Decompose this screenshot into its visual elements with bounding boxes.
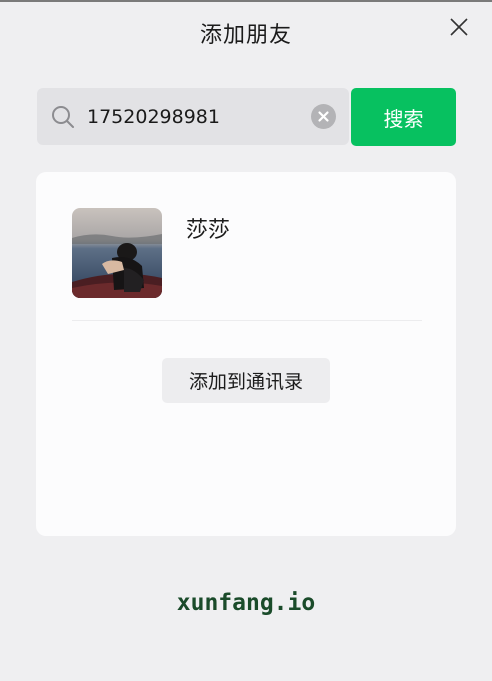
clear-search-button[interactable] xyxy=(311,104,336,129)
window-title: 添加朋友 xyxy=(199,23,292,48)
search-icon xyxy=(52,106,74,128)
search-button[interactable]: 搜索 xyxy=(351,88,456,146)
watermark: xunfang.io xyxy=(176,590,316,616)
contact-name: 莎莎 xyxy=(186,218,231,243)
search-input[interactable] xyxy=(87,88,307,145)
divider xyxy=(72,320,422,321)
search-result-card: 莎莎 添加到通讯录 xyxy=(36,172,456,536)
clear-icon xyxy=(318,111,329,122)
close-icon xyxy=(450,18,468,36)
add-friend-window: 添加朋友 搜索 xyxy=(0,0,492,681)
avatar[interactable] xyxy=(72,208,162,298)
add-to-contacts-button[interactable]: 添加到通讯录 xyxy=(162,358,330,403)
search-box[interactable] xyxy=(37,88,349,145)
close-button[interactable] xyxy=(450,18,468,36)
